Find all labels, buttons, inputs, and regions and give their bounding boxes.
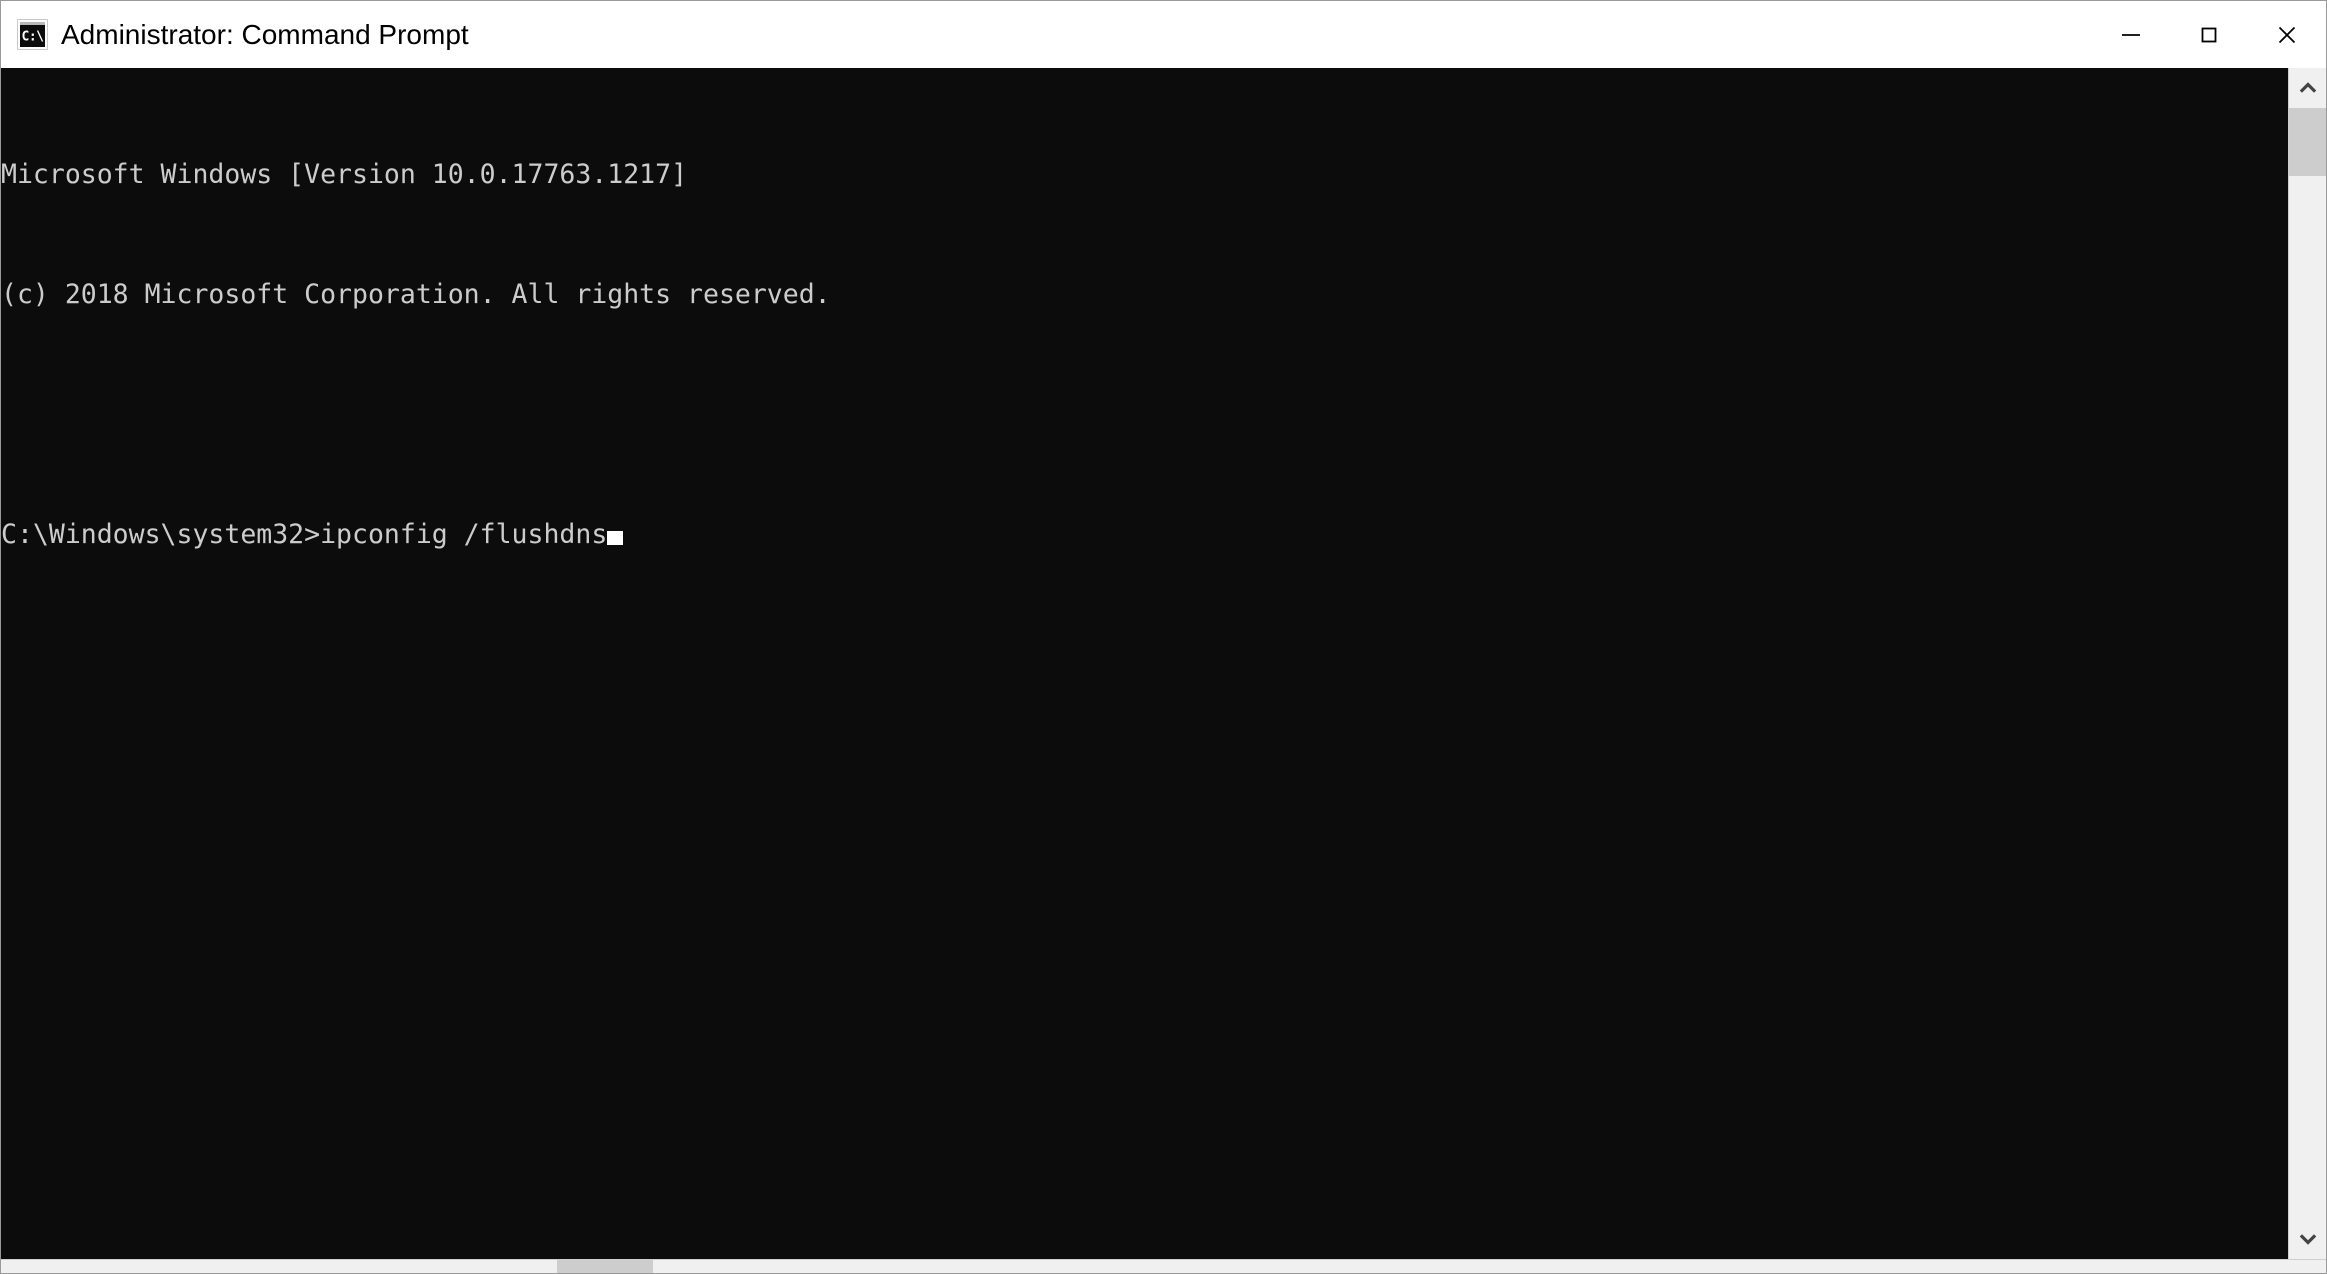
console-cursor-wrap (607, 515, 624, 555)
window-controls (2092, 1, 2326, 68)
console-prompt: C:\Windows\system32> (1, 519, 321, 550)
cmd-icon-screen: C:\ (20, 25, 45, 47)
cmd-icon-glyph: C:\ (21, 29, 44, 44)
console-line: Microsoft Windows [Version 10.0.17763.12… (1, 159, 688, 190)
console-lines: Microsoft Windows [Version 10.0.17763.12… (1, 75, 2288, 635)
title-bar[interactable]: C:\ Administrator: Command Prompt (1, 1, 2326, 68)
minimize-button[interactable] (2092, 1, 2170, 68)
console-line: (c) 2018 Microsoft Corporation. All righ… (1, 279, 831, 310)
console-area[interactable]: Microsoft Windows [Version 10.0.17763.12… (1, 68, 2326, 1259)
vertical-scroll-track[interactable] (2289, 108, 2326, 1219)
vertical-scrollbar[interactable] (2288, 68, 2326, 1259)
vertical-scroll-thumb[interactable] (2289, 108, 2326, 176)
window-title: Administrator: Command Prompt (61, 18, 469, 50)
console-command: ipconfig /flushdns (320, 519, 608, 550)
title-bar-left: C:\ Administrator: Command Prompt (1, 1, 469, 68)
text-cursor (607, 531, 624, 545)
maximize-button[interactable] (2170, 1, 2248, 68)
command-prompt-window: C:\ Administrator: Command Prompt Micros… (0, 0, 2327, 1274)
scroll-down-arrow-icon[interactable] (2289, 1219, 2326, 1259)
scrollbar-corner (2288, 1260, 2326, 1273)
console-output[interactable]: Microsoft Windows [Version 10.0.17763.12… (1, 68, 2288, 1259)
cmd-console-icon: C:\ (17, 19, 48, 50)
console-prompt-line: C:\Windows\system32>ipconfig /flushdns (1, 515, 2288, 555)
close-button[interactable] (2248, 1, 2326, 68)
horizontal-scroll-thumb[interactable] (557, 1260, 653, 1273)
horizontal-scrollbar[interactable] (1, 1259, 2326, 1273)
scroll-up-arrow-icon[interactable] (2289, 68, 2326, 108)
